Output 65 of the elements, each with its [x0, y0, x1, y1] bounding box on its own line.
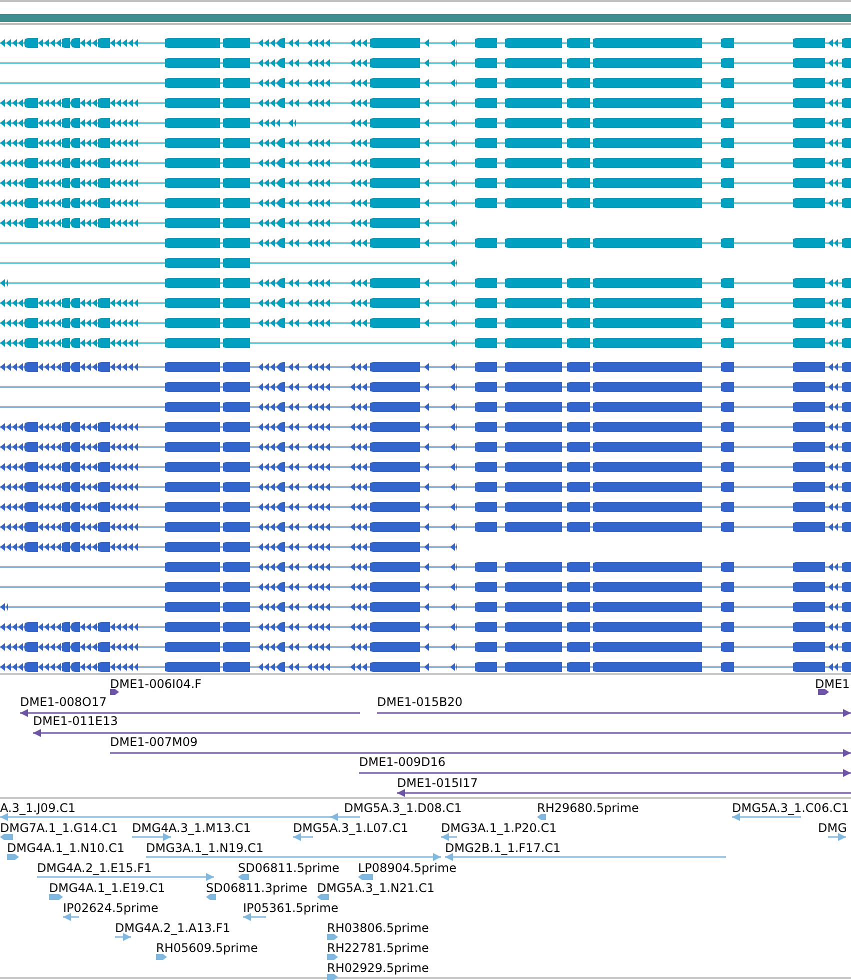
feature-label: DMG4A.3_1.M13.C1 — [132, 822, 251, 834]
feature-label: DMG4A.2_1.A13.F1 — [115, 922, 230, 934]
feature-label: DME1-011E13 — [33, 715, 118, 727]
feature-label: DMG3A.1_1.N19.C1 — [146, 842, 264, 854]
feature-label: DMG5A.3_1.D08.C1 — [344, 802, 462, 814]
feature-label: DME1-009D16 — [359, 756, 446, 768]
feature-label: DME1-015I17 — [397, 777, 478, 789]
est-arrow[interactable] — [63, 913, 79, 921]
est-arrow[interactable] — [156, 953, 167, 961]
feature-label: DMG — [818, 822, 847, 834]
feature-label: RH29680.5prime — [537, 802, 639, 814]
est-arrow[interactable] — [132, 833, 171, 841]
clone-arrow[interactable] — [818, 688, 829, 696]
est-arrow[interactable] — [293, 833, 313, 841]
feature-label: LP08904.5prime — [358, 862, 457, 874]
feature-label: IP02624.5prime — [63, 902, 158, 914]
est-arrow[interactable] — [327, 973, 338, 980]
clone-arrow[interactable] — [359, 769, 851, 777]
est-arrow[interactable] — [49, 893, 63, 901]
feature-label: IP05361.5prime — [243, 902, 338, 914]
feature-label: DMG4A.1_1.E19.C1 — [49, 882, 166, 894]
est-arrow[interactable] — [537, 813, 546, 821]
est-arrow[interactable] — [441, 833, 457, 841]
feature-label: DME1-015B20 — [377, 696, 463, 708]
est-arrow[interactable] — [327, 933, 338, 941]
est-arrow[interactable] — [115, 933, 131, 941]
est-arrow[interactable] — [243, 913, 266, 921]
est-arrow[interactable] — [732, 813, 801, 821]
feature-label: SD06811.5prime — [238, 862, 340, 874]
feature-label: DMG2B.1_1.F17.C1 — [445, 842, 561, 854]
feature-label: DMG5A.3_1.N21.C1 — [317, 882, 434, 894]
est-arrow[interactable] — [0, 833, 13, 841]
feature-label: DME1 — [815, 678, 850, 690]
feature-label: DME1-008O17 — [20, 696, 107, 708]
feature-label: DME1-006I04.F — [110, 678, 202, 690]
est-arrow[interactable] — [330, 813, 360, 821]
est-arrow[interactable] — [238, 873, 249, 881]
feature-label: A.3_1.J09.C1 — [0, 802, 76, 814]
clone-arrow[interactable] — [110, 688, 119, 696]
est-arrow[interactable] — [327, 953, 338, 961]
est-arrow[interactable] — [37, 873, 214, 881]
feature-label: DME1-007M09 — [110, 736, 198, 748]
est-arrow[interactable] — [206, 893, 216, 901]
feature-label: RH22781.5prime — [327, 942, 429, 954]
clone-arrow[interactable] — [20, 709, 360, 717]
feature-label: RH03806.5prime — [327, 922, 429, 934]
feature-label: RH02929.5prime — [327, 962, 429, 974]
feature-label: DMG7A.1_1.G14.C1 — [0, 822, 118, 834]
clone-arrow[interactable] — [110, 749, 851, 757]
feature-label: DMG4A.1_1.N10.C1 — [7, 842, 124, 854]
feature-label: DMG5A.3_1.L07.C1 — [293, 822, 408, 834]
est-arrow[interactable] — [828, 833, 846, 841]
est-arrow[interactable] — [358, 873, 373, 881]
feature-label: RH05609.5prime — [156, 942, 258, 954]
clone-arrow[interactable] — [33, 729, 851, 737]
est-arrow[interactable] — [146, 853, 441, 861]
feature-label: SD06811.3prime — [206, 882, 308, 894]
est-arrow[interactable] — [445, 853, 726, 861]
est-arrow[interactable] — [7, 853, 19, 861]
est-arrow[interactable] — [317, 893, 329, 901]
feature-label: DMG4A.2_1.E15.F1 — [37, 862, 152, 874]
clone-arrow[interactable] — [397, 789, 851, 797]
clone-arrow[interactable] — [377, 709, 851, 717]
feature-label: DMG3A.1_1.P20.C1 — [441, 822, 557, 834]
feature-label: DMG5A.3_1.C06.C1 — [732, 802, 849, 814]
